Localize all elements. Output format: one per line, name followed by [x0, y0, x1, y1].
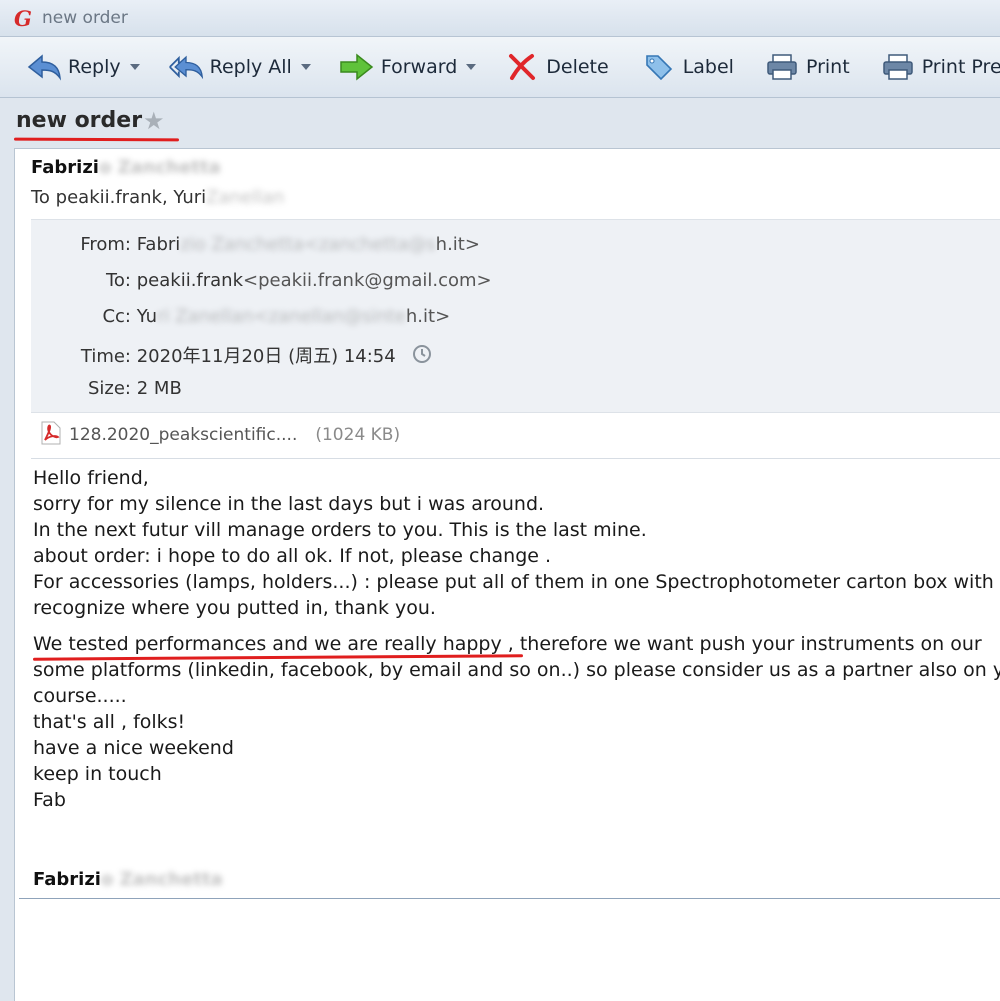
redacted-text: o Zanchetta [98, 157, 221, 178]
label-button[interactable]: Label [635, 47, 740, 87]
cc-address-tail: h.it> [405, 306, 451, 327]
sender-name[interactable]: Fabrizio Zanchetta [31, 157, 221, 178]
clock-history-icon[interactable] [411, 343, 433, 370]
reply-all-label: Reply All [209, 56, 292, 78]
body-line: sorry for my silence in the last days bu… [33, 493, 545, 515]
reply-all-dropdown-icon[interactable] [300, 64, 311, 70]
size-row: Size: 2 MB [31, 378, 991, 399]
reply-arrow-icon [26, 51, 62, 83]
print-label: Print [805, 56, 850, 78]
body-line: course..... [33, 685, 127, 707]
body-line: In the next futur vill manage orders to … [33, 519, 647, 541]
redacted-text: o Zanchetta [100, 869, 223, 890]
body-line: have a nice weekend [33, 737, 234, 759]
subject-row: new order ★ [0, 98, 1000, 148]
reply-button[interactable]: Reply [20, 47, 146, 87]
print-preview-label: Print Preview [921, 56, 1000, 78]
reply-dropdown-icon[interactable] [129, 64, 140, 70]
printer-icon [764, 51, 800, 83]
from-value[interactable]: Fabri [137, 234, 181, 255]
delete-x-icon [504, 51, 540, 83]
reply-all-button[interactable]: Reply All [162, 47, 317, 87]
to-label: To: [105, 270, 131, 291]
print-button[interactable]: Print [758, 47, 856, 87]
delete-label: Delete [546, 56, 609, 78]
attachment-size: (1024 KB) [315, 425, 401, 445]
size-value: 2 MB [136, 378, 182, 399]
forward-arrow-icon [339, 51, 375, 83]
body-line: that's all , folks! [33, 711, 186, 733]
message-subject: new order [16, 108, 143, 133]
message-details: From: Fabrizio Zanchetta<zanchetta@sh.it… [31, 219, 1000, 413]
cc-label: Cc: [102, 306, 131, 327]
time-label: Time: [80, 346, 131, 367]
body-line: keep in touch [33, 763, 162, 785]
to-row: To: peakii.frank<peakii.frank@gmail.com> [31, 270, 991, 291]
signature: Fabrizio Zanchetta [33, 869, 223, 890]
body-line: recognize where you putted in, thank you… [33, 597, 436, 619]
reply-label: Reply [68, 56, 121, 78]
red-annotation-underline [13, 137, 180, 142]
window-title: new order [42, 8, 128, 28]
message-panel: Fabrizio Zanchetta To peakii.frank, Yuri… [14, 148, 1000, 1001]
body-line: Fab [33, 789, 66, 811]
cc-row: Cc: Yuri Zanellan<zanellan@sinteh.it> [31, 306, 991, 327]
to-name[interactable]: peakii.frank [137, 270, 243, 291]
to-address: <peakii.frank@gmail.com> [243, 270, 492, 291]
print-preview-button[interactable]: Print Preview [874, 47, 1000, 87]
body-line: For accessories (lamps, holders...) : pl… [33, 571, 994, 593]
app-logo-icon: G [14, 5, 32, 31]
signature-divider [19, 898, 1000, 899]
toolbar: Reply Reply All Forward Delete Label Pri… [0, 37, 1000, 98]
print-preview-icon [880, 51, 916, 83]
title-bar: G new order [0, 0, 1000, 37]
attachment-row[interactable]: 128.2020_peakscientific.... (1024 KB) [31, 412, 1000, 459]
forward-button[interactable]: Forward [333, 47, 482, 87]
tag-icon [641, 51, 677, 83]
delete-button[interactable]: Delete [498, 47, 614, 87]
label-label: Label [682, 56, 734, 78]
redacted-text: Zanellan [206, 187, 285, 208]
time-value: 2020年11月20日 (周五) 14:54 [136, 346, 396, 367]
from-row: From: Fabrizio Zanchetta<zanchetta@sh.it… [31, 234, 991, 255]
star-icon[interactable]: ★ [143, 107, 165, 135]
time-row: Time: 2020年11月20日 (周五) 14:54 [31, 342, 991, 370]
cc-value[interactable]: Yu [137, 306, 157, 327]
body-line: Hello friend, [33, 467, 149, 489]
recipients-summary: To peakii.frank, YuriZanellan [31, 187, 285, 208]
body-line: We tested performances and we are really… [33, 633, 982, 655]
body-line: about order: i hope to do all ok. If not… [33, 545, 552, 567]
attachment-name[interactable]: 128.2020_peakscientific.... [69, 425, 297, 445]
from-label: From: [80, 234, 131, 255]
pdf-file-icon [39, 420, 63, 450]
size-label: Size: [87, 378, 131, 399]
from-address-tail: h.it> [435, 234, 480, 255]
body-line: some platforms (linkedin, facebook, by e… [33, 659, 1000, 681]
redacted-text: ri Zanellan<zanellan@sinte [157, 306, 406, 327]
forward-label: Forward [380, 56, 458, 78]
forward-dropdown-icon[interactable] [466, 64, 477, 70]
reply-all-arrow-icon [168, 51, 204, 83]
redacted-text: zio Zanchetta<zanchetta@s [180, 234, 436, 255]
